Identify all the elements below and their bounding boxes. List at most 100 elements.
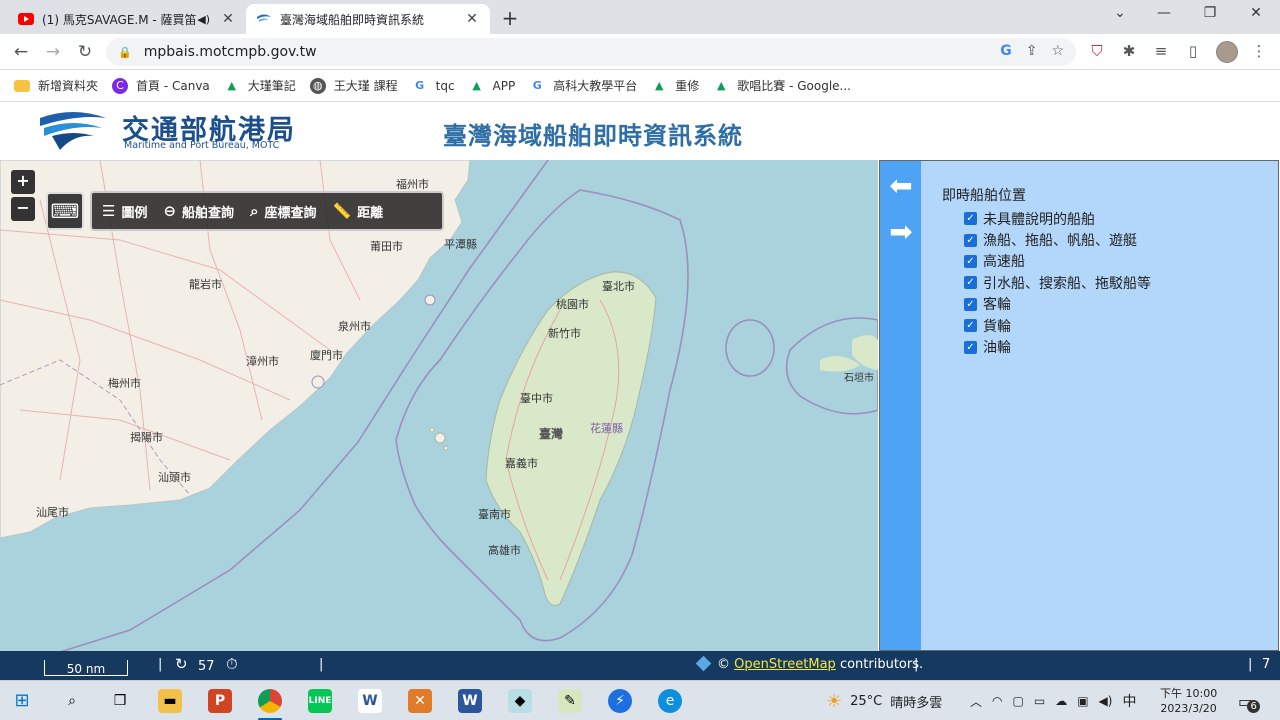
bookmark-star-icon[interactable]: ☆	[1051, 43, 1064, 59]
vessel-type-checkbox[interactable]: ✓ 漁船、拖船、帆船、遊艇	[964, 229, 1151, 250]
tab-title: 臺灣海域船舶即時資訊系統	[280, 12, 425, 27]
timer-icon[interactable]: ⏱	[226, 655, 238, 673]
bookmark-item[interactable]: ▲ 大瑾筆記	[224, 77, 296, 94]
map-label-city: 莆田市	[370, 240, 403, 253]
distance-button[interactable]: 📏 距離	[332, 202, 383, 221]
camera-icon[interactable]: ▢	[1013, 694, 1024, 708]
checkbox-checked-icon[interactable]: ✓	[964, 276, 977, 290]
reload-button[interactable]: ↻	[74, 42, 96, 62]
zoom-in-button[interactable]: +	[11, 170, 35, 194]
vessel-type-checkbox[interactable]: ✓ 油輪	[964, 336, 1151, 357]
vessel-type-checkbox[interactable]: ✓ 高速船	[964, 251, 1151, 272]
extensions-puzzle-icon[interactable]: ✱	[1118, 42, 1140, 60]
line-icon[interactable]: LINE	[308, 689, 332, 713]
vessel-type-checkbox[interactable]: ✓ 貨輪	[964, 315, 1151, 336]
media-queue-icon[interactable]: ≡	[1150, 42, 1172, 60]
side-panel-icon[interactable]: ▯	[1182, 42, 1204, 60]
checkbox-checked-icon[interactable]: ✓	[964, 319, 977, 333]
cloud-icon[interactable]: ☁	[1055, 694, 1067, 708]
chrome-icon[interactable]	[258, 689, 282, 713]
tab-youtube[interactable]: (1) 馬克SAVAGE.M - 薩買笛 ◀) ✕	[8, 4, 246, 34]
toolbox-button[interactable]: ⌨	[46, 192, 84, 230]
search-icon[interactable]: ⌕	[60, 689, 84, 713]
restore-button[interactable]: ❐	[1198, 5, 1222, 21]
checkbox-checked-icon[interactable]: ✓	[964, 254, 977, 268]
mpb-favicon-icon	[257, 14, 271, 22]
google-drive-icon: ▲	[472, 79, 481, 92]
vessel-filter-panel: ⬅ ➡ 即時船舶位置 ✓ 未具體說明的船舶 ✓ 漁船、拖船、帆船、遊艇 ✓ 高速船 ✓…	[879, 160, 1279, 651]
clock[interactable]: 下午 10:00 2023/3/20	[1160, 681, 1217, 720]
checkbox-checked-icon[interactable]: ✓	[964, 297, 977, 311]
map-view[interactable]: 臺灣 臺北市 桃園市 新竹市 臺中市 嘉義市 臺南市 高雄市 花蓮縣 福州市 莆…	[0, 160, 878, 652]
bookmark-item[interactable]: 新增資料夾	[14, 77, 98, 94]
notification-center[interactable]: ▭ 6	[1238, 681, 1261, 720]
zoom-out-icon: ⊖	[163, 202, 177, 220]
bookmark-item[interactable]: ▲ 重修	[651, 77, 699, 94]
refresh-count: 57	[198, 659, 215, 674]
weather-widget[interactable]: ☀ 25°C 晴時多雲	[826, 681, 942, 720]
checkbox-checked-icon[interactable]: ✓	[964, 233, 977, 247]
bookmark-item[interactable]: Gtqc	[412, 78, 454, 94]
tab-mpbais[interactable]: 臺灣海域船舶即時資訊系統 ✕	[246, 4, 490, 34]
bookmark-item[interactable]: G 高科大教學平台	[529, 77, 638, 94]
map-label-city: 石垣市	[844, 373, 874, 384]
scale-bar: 50 nm	[44, 660, 128, 676]
ruler-icon: 📏	[332, 202, 352, 220]
bookmark-item[interactable]: ▲ 歌唱比賽 - Google...	[713, 77, 851, 94]
app-icon[interactable]: ◆	[508, 689, 532, 713]
profile-avatar[interactable]	[1216, 41, 1238, 63]
vessel-type-checkbox[interactable]: ✓ 未具體說明的船舶	[964, 208, 1151, 229]
windows-start-icon[interactable]: ⊞	[10, 689, 34, 713]
chevron-up-icon[interactable]: ︿	[970, 693, 982, 710]
ship-search-button[interactable]: ⊖ 船舶查詢	[163, 202, 234, 221]
osm-link[interactable]: OpenStreetMap	[734, 657, 836, 672]
file-explorer-icon[interactable]: ▬	[158, 689, 182, 713]
bookmark-item[interactable]: C 首頁 - Canva	[112, 77, 210, 94]
new-tab-button[interactable]: +	[498, 6, 522, 30]
address-toolbar: ← → ↻ 🔒 mpbais.motcmpb.gov.tw G ⇪ ☆ ⛉ ✱ …	[0, 34, 1280, 70]
checkbox-checked-icon[interactable]: ✓	[964, 340, 977, 354]
wps-icon[interactable]: W	[358, 689, 382, 713]
tab-search-icon[interactable]: ⌄	[1108, 5, 1132, 21]
volume-icon[interactable]: ◀)	[1099, 694, 1113, 708]
back-button[interactable]: ←	[10, 42, 32, 62]
coordinate-search-button[interactable]: ⌕ 座標查詢	[250, 202, 316, 221]
powerpoint-icon[interactable]: P	[208, 689, 232, 713]
map-label-city: 龍岩市	[189, 278, 222, 291]
vessel-type-checkbox[interactable]: ✓ 引水船、搜索船、拖駁船等	[964, 272, 1151, 293]
wifi-icon[interactable]: ◠	[992, 694, 1002, 708]
close-window-button[interactable]: ✕	[1244, 5, 1268, 21]
google-lens-icon[interactable]: G	[1000, 43, 1012, 59]
lock-icon[interactable]: 🔒	[118, 46, 132, 59]
word-icon[interactable]: W	[458, 689, 482, 713]
refresh-icon[interactable]: ↻	[175, 655, 188, 673]
xampp-icon[interactable]: ✕	[408, 689, 432, 713]
minimize-button[interactable]: —	[1152, 5, 1176, 21]
location-search-icon: ⌕	[250, 202, 259, 220]
zoom-out-button[interactable]: −	[11, 197, 35, 221]
battery-icon[interactable]: ▭	[1034, 694, 1045, 708]
ime-indicator[interactable]: 中	[1122, 691, 1136, 711]
extension-shield-icon[interactable]: ⛉	[1086, 42, 1108, 60]
arrow-left-icon[interactable]: ⬅	[886, 172, 916, 200]
display-icon[interactable]: ▣	[1077, 694, 1088, 708]
task-view-icon[interactable]: ❒	[108, 689, 132, 713]
paint-icon[interactable]: ✎	[558, 689, 582, 713]
checkbox-checked-icon[interactable]: ✓	[964, 212, 977, 226]
arrow-right-icon[interactable]: ➡	[886, 218, 916, 246]
forward-button[interactable]: →	[42, 42, 64, 62]
url-field[interactable]: 🔒 mpbais.motcmpb.gov.tw G ⇪ ☆	[106, 38, 1076, 66]
bookmark-item[interactable]: ◍ 王大瑾 課程	[309, 77, 398, 94]
menu-kebab-icon[interactable]: ⋮	[1248, 42, 1270, 60]
share-icon[interactable]: ⇪	[1026, 43, 1038, 59]
close-tab-icon[interactable]: ✕	[464, 11, 480, 27]
edge-icon[interactable]: e	[658, 689, 682, 713]
app-blue-icon[interactable]: ⚡	[608, 689, 632, 713]
folder-icon	[14, 79, 30, 92]
close-tab-icon[interactable]: ✕	[220, 11, 236, 27]
bookmark-item[interactable]: ▲ APP	[469, 78, 515, 94]
legend-button[interactable]: ☰ 圖例	[102, 202, 147, 221]
speaker-icon[interactable]: ◀)	[197, 13, 210, 26]
logo-english-name: Maritime and Port Bureau, MOTC	[124, 140, 280, 151]
vessel-type-checkbox[interactable]: ✓ 客輪	[964, 294, 1151, 315]
